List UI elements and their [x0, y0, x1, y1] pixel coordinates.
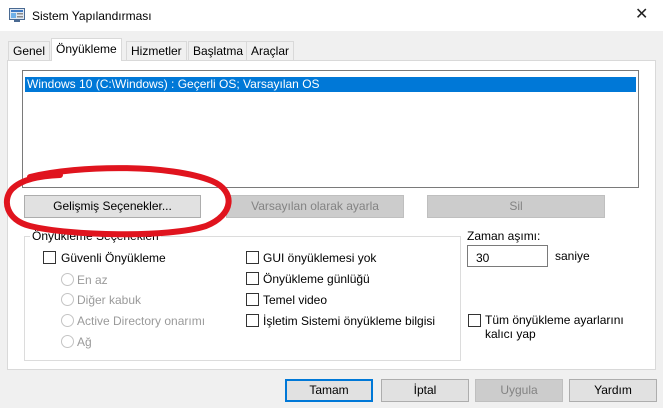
boot-entry-list[interactable]: Windows 10 (C:\Windows) : Geçerli OS; Va… — [22, 70, 639, 188]
os-boot-info-label: İşletim Sistemi önyükleme bilgisi — [263, 314, 436, 328]
apply-button[interactable]: Uygula — [475, 379, 563, 402]
radio-network[interactable] — [61, 335, 74, 348]
radio-minimal-label: En az — [77, 273, 108, 287]
tab-baslatma[interactable]: Başlatma — [188, 41, 249, 60]
ok-button[interactable]: Tamam — [285, 379, 373, 402]
radio-alternate-shell[interactable] — [61, 293, 74, 306]
radio-network-label: Ağ — [77, 335, 92, 349]
timeout-unit-label: saniye — [555, 249, 590, 263]
tab-onyukleme[interactable]: Önyükleme — [51, 38, 122, 61]
safe-boot-label: Güvenli Önyükleme — [61, 251, 166, 265]
no-gui-boot-label: GUI önyüklemesi yok — [263, 251, 377, 265]
make-permanent-label-line1: Tüm önyükleme ayarlarını — [485, 313, 624, 327]
radio-ad-repair-label: Active Directory onarımı — [77, 314, 206, 328]
boot-log-label: Önyükleme günlüğü — [263, 272, 370, 286]
boot-options-group-label: Önyükleme Seçenekleri — [30, 229, 161, 243]
make-permanent-label-line2: kalıcı yap — [485, 327, 536, 341]
advanced-options-button[interactable]: Gelişmiş Seçenekler... — [24, 195, 201, 218]
window-title: Sistem Yapılandırması — [32, 9, 152, 23]
set-default-button[interactable]: Varsayılan olarak ayarla — [226, 195, 404, 218]
safe-boot-checkbox[interactable] — [43, 251, 56, 264]
delete-button[interactable]: Sil — [427, 195, 605, 218]
close-icon[interactable]: ✕ — [635, 5, 648, 25]
radio-alternate-shell-label: Diğer kabuk — [77, 293, 142, 307]
tab-araclar[interactable]: Araçlar — [246, 41, 295, 60]
base-video-label: Temel video — [263, 293, 328, 307]
os-boot-info-checkbox[interactable] — [246, 314, 259, 327]
no-gui-boot-checkbox[interactable] — [246, 251, 259, 264]
boot-log-checkbox[interactable] — [246, 272, 259, 285]
msconfig-icon — [9, 8, 25, 22]
make-permanent-checkbox[interactable] — [468, 314, 481, 327]
cancel-button[interactable]: İptal — [381, 379, 469, 402]
help-button[interactable]: Yardım — [569, 379, 657, 402]
radio-ad-repair[interactable] — [61, 314, 74, 327]
tab-hizmetler[interactable]: Hizmetler — [126, 41, 187, 60]
title-bar: Sistem Yapılandırması ✕ — [0, 0, 663, 31]
timeout-label: Zaman aşımı: — [467, 229, 541, 243]
boot-entry-selected[interactable]: Windows 10 (C:\Windows) : Geçerli OS; Va… — [25, 77, 636, 92]
base-video-checkbox[interactable] — [246, 293, 259, 306]
timeout-input[interactable] — [467, 245, 548, 267]
tab-genel[interactable]: Genel — [8, 41, 51, 60]
radio-minimal[interactable] — [61, 273, 74, 286]
